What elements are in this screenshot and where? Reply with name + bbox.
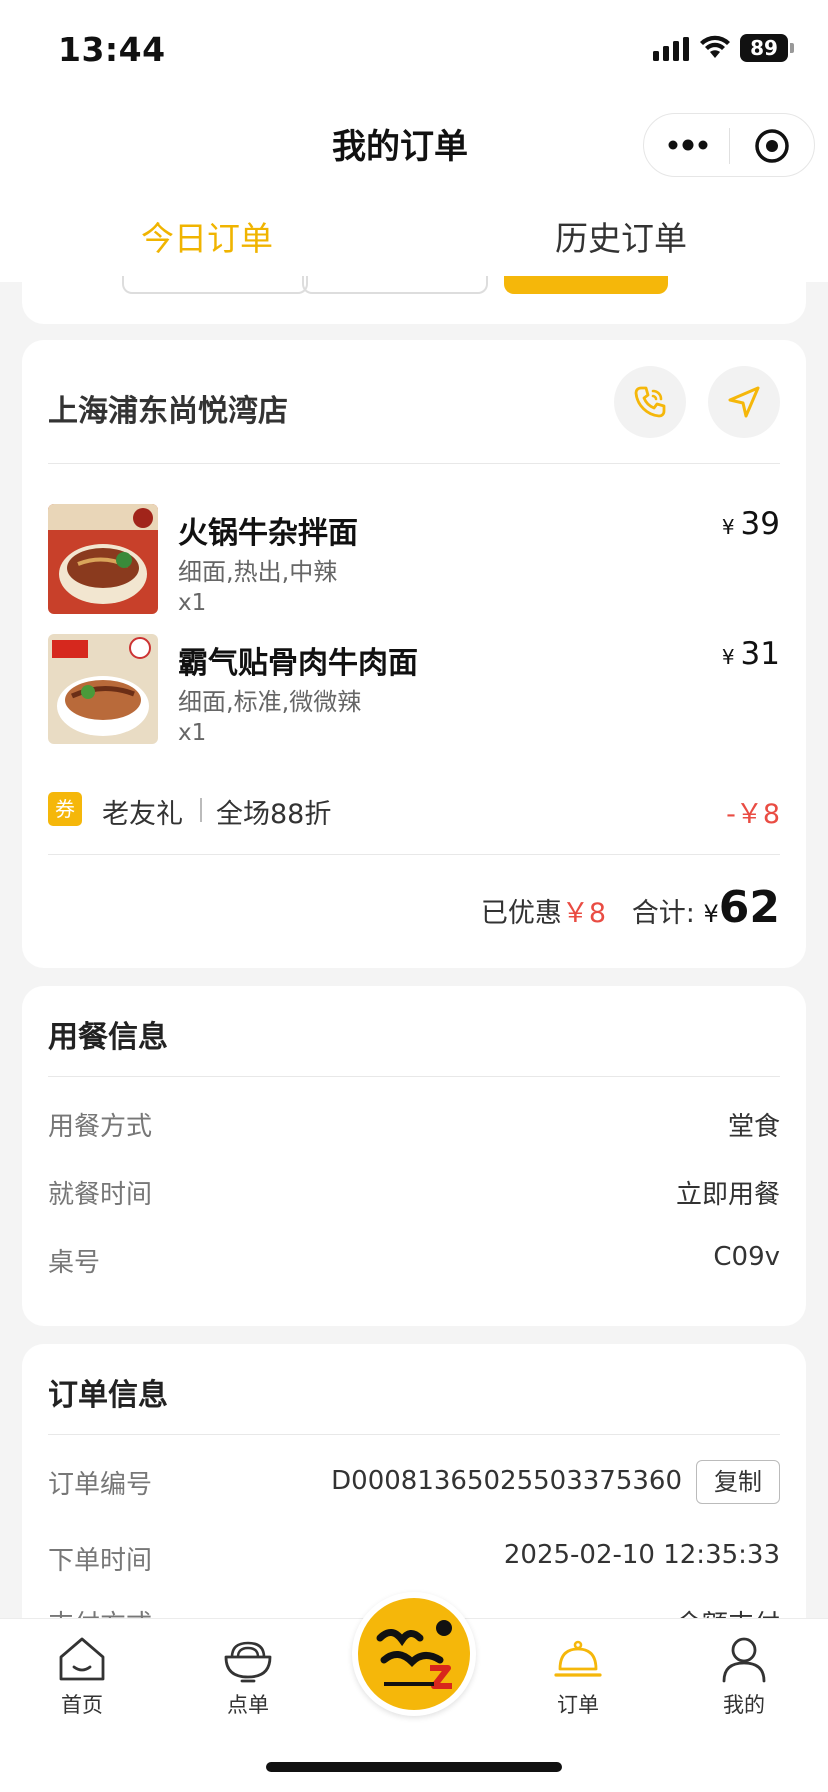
- call-store-button[interactable]: [614, 366, 686, 438]
- item-price: ¥39: [722, 506, 780, 542]
- mini-program-capsule: [643, 113, 815, 177]
- action-button-primary[interactable]: [504, 276, 668, 294]
- discount-label: 已优惠: [480, 898, 562, 929]
- section-title: 用餐信息: [48, 1020, 168, 1055]
- brand-logo-icon: [360, 1600, 468, 1708]
- order-item: 火锅牛杂拌面 细面,热出,中辣 x1 ¥39: [48, 504, 780, 616]
- navigation-arrow-icon: [728, 386, 760, 418]
- coupon-badge: 券: [48, 792, 82, 826]
- total-value: 62: [718, 882, 780, 933]
- total-label: 合计:: [631, 898, 695, 929]
- order-item: 霸气贴骨肉牛肉面 细面,标准,微微辣 x1 ¥31: [48, 634, 780, 746]
- discount-value: ￥8: [561, 898, 607, 929]
- action-button-outline[interactable]: [302, 276, 488, 294]
- tabbar-label: 订单: [557, 1693, 599, 1717]
- store-name: 上海浦东尚悦湾店: [48, 394, 288, 429]
- item-name: 火锅牛杂拌面: [178, 516, 358, 551]
- item-image: [48, 504, 158, 614]
- nav-bar: 我的订单: [0, 95, 828, 190]
- total-currency: ¥: [703, 900, 719, 928]
- item-quantity: x1: [178, 590, 207, 616]
- meal-info-card: 用餐信息 用餐方式 堂食 就餐时间 立即用餐 桌号 C09v: [22, 986, 806, 1326]
- tabbar-item-home[interactable]: 首页: [32, 1635, 132, 1719]
- divider: [48, 463, 780, 464]
- divider: [48, 1076, 780, 1077]
- cloche-icon: [554, 1640, 602, 1677]
- item-options: 细面,标准,微微辣: [178, 688, 362, 716]
- status-bar: 13:44 89: [0, 0, 828, 95]
- phone-icon: [634, 386, 666, 418]
- home-indicator: [266, 1762, 562, 1772]
- battery-icon: 89: [740, 34, 788, 62]
- user-icon: [722, 1637, 766, 1683]
- tabbar-label: 点单: [227, 1693, 269, 1717]
- currency-symbol: ¥: [721, 645, 735, 669]
- tabbar-item-orders[interactable]: 订单: [528, 1635, 628, 1719]
- order-card: 上海浦东尚悦湾店 火锅牛杂拌面 细面,热出,中辣 x1 ¥39 霸气贴骨肉牛肉面…: [22, 340, 806, 968]
- close-mini-program-icon[interactable]: [754, 128, 790, 164]
- divider: [48, 1434, 780, 1435]
- home-icon: [59, 1637, 105, 1681]
- item-price-value: 31: [740, 636, 780, 672]
- coupon-amount: -￥8: [726, 799, 780, 830]
- coupon-description: 全场88折: [216, 799, 332, 830]
- order-time-label: 下单时间: [48, 1546, 153, 1576]
- wifi-icon: [700, 35, 730, 58]
- tabbar-item-profile[interactable]: 我的: [694, 1635, 794, 1719]
- status-time: 13:44: [58, 30, 166, 69]
- item-options: 细面,热出,中辣: [178, 558, 338, 586]
- tabbar-label: 我的: [723, 1693, 765, 1717]
- dining-time-label: 就餐时间: [48, 1180, 153, 1210]
- divider: [48, 854, 780, 855]
- item-price-value: 39: [740, 506, 780, 542]
- currency-symbol: ¥: [721, 515, 735, 539]
- order-number-value: D00081365025503375360: [331, 1466, 682, 1496]
- dining-mode-value: 堂食: [727, 1112, 780, 1142]
- section-title: 订单信息: [48, 1378, 168, 1413]
- tab-today-orders[interactable]: 今日订单: [0, 212, 414, 260]
- order-number-label: 订单编号: [48, 1470, 153, 1500]
- tab-history-orders[interactable]: 历史订单: [414, 212, 828, 260]
- bowl-icon: [224, 1641, 272, 1683]
- order-totals: 已优惠￥8 合计: ¥62: [481, 882, 780, 933]
- order-time-value: 2025-02-10 12:35:33: [503, 1540, 780, 1570]
- tabbar-item-menu[interactable]: 点单: [198, 1635, 298, 1719]
- dining-time-value: 立即用餐: [675, 1180, 780, 1210]
- battery-tip: [790, 43, 794, 53]
- item-image: [48, 634, 158, 744]
- more-icon[interactable]: [666, 132, 710, 158]
- navigate-button[interactable]: [708, 366, 780, 438]
- capsule-divider: [729, 128, 730, 164]
- coupon-name: 老友礼: [102, 799, 183, 830]
- brand-logo-button[interactable]: [352, 1592, 476, 1716]
- item-quantity: x1: [178, 720, 207, 746]
- copy-button[interactable]: 复制: [696, 1460, 780, 1504]
- coupon-separator: [200, 798, 202, 822]
- table-number-value: C09v: [713, 1242, 780, 1272]
- item-name: 霸气贴骨肉牛肉面: [178, 646, 418, 681]
- order-tabs: 今日订单 历史订单: [0, 190, 828, 282]
- action-button-outline[interactable]: [122, 276, 308, 294]
- item-price: ¥31: [722, 636, 780, 672]
- dining-mode-label: 用餐方式: [48, 1112, 153, 1142]
- table-number-label: 桌号: [48, 1248, 101, 1278]
- signal-icon: [653, 37, 689, 61]
- tabbar-label: 首页: [61, 1693, 103, 1717]
